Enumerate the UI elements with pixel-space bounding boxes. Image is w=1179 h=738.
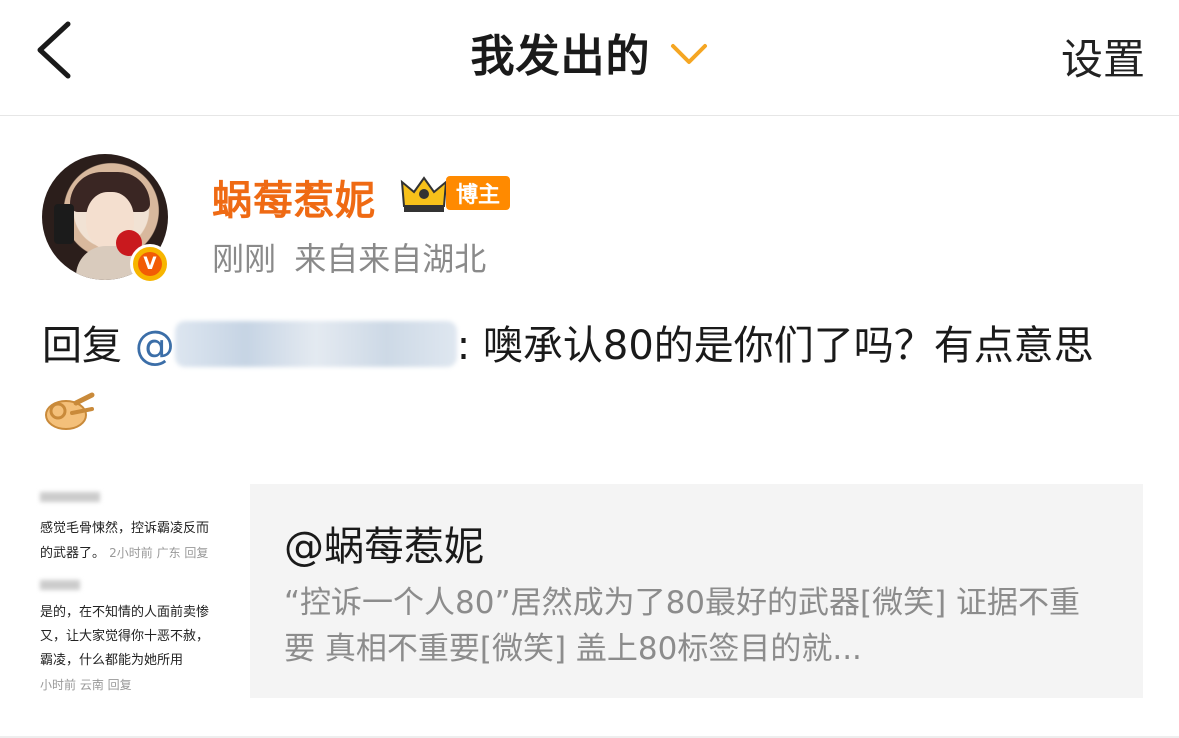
ok-hand-emoji-icon (45, 392, 95, 430)
post-text: 回复 @: 噢承认80的是你们了吗？有点意思 (42, 314, 1152, 442)
verified-v-icon: V (130, 244, 170, 284)
post-time: 刚刚 (212, 240, 277, 278)
quoted-post-card[interactable]: 感觉毛骨悚然，控诉霸凌反而 的武器了。 2小时前 广东 回复 是的，在不知情的人… (36, 484, 1143, 698)
post-source: 来自来自湖北 (294, 240, 487, 278)
settings-button[interactable]: 设置 (1061, 26, 1145, 87)
post-body: : 噢承认80的是你们了吗？有点意思 (456, 323, 1094, 369)
quoted-post-title: @蜗莓惹妮 (284, 524, 484, 570)
reply-prefix: 回复 (42, 323, 122, 369)
top-navigation-bar: 我发出的 设置 (0, 0, 1179, 116)
quoted-post-description: “控诉一个人80”居然成为了80最好的武器[微笑] 证据不重要 真相不重要[微笑… (284, 585, 1081, 667)
blogger-badge: 博主 (446, 176, 510, 210)
username[interactable]: 蜗莓惹妮 (212, 168, 376, 226)
mention-link[interactable]: @ (135, 321, 457, 369)
title-dropdown[interactable]: 我发出的 (0, 20, 1179, 84)
chevron-down-icon (670, 44, 707, 64)
page-title: 我发出的 (470, 31, 651, 82)
blurred-username (174, 321, 457, 367)
post-meta: 刚刚 来自来自湖北 (212, 234, 486, 280)
quoted-post-thumbnail: 感觉毛骨悚然，控诉霸凌反而 的武器了。 2小时前 广东 回复 是的，在不知情的人… (36, 484, 250, 698)
crown-icon (400, 176, 448, 212)
